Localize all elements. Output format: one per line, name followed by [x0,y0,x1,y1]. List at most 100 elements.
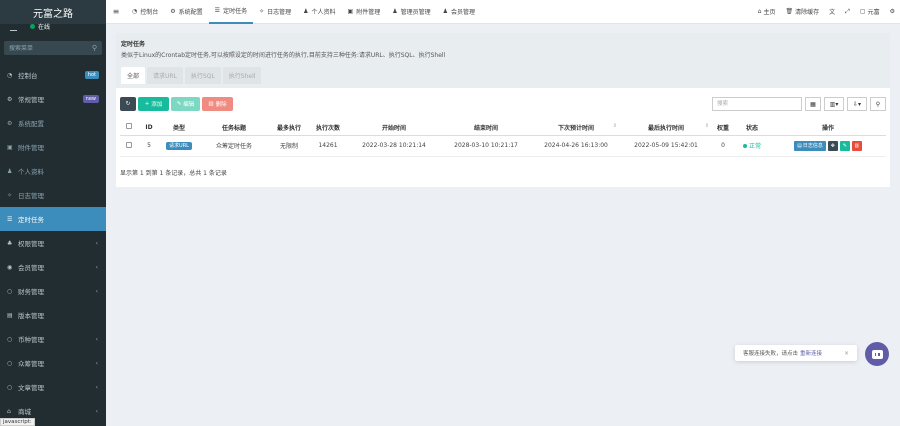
sidebar-item-config[interactable]: ⚙ 系统配置 [0,111,106,135]
logo-area[interactable]: 元富之路 [0,0,106,24]
admin-user-menu[interactable]: ▢ 元富 [855,7,885,16]
col-id[interactable]: ID [138,120,160,136]
export-dropdown[interactable]: ⇩▾ [847,97,867,111]
table-toolbar: ↻ + 添加 ✎ 编辑 ▥ 删除 [120,97,233,111]
type-badge: 请求URL [166,142,192,150]
cell-next: 2024-04-26 16:13:00 [532,135,620,157]
settings-button[interactable]: ⚙ [885,8,900,15]
tab-crontab[interactable]: ☰ 定时任务 [208,0,254,24]
user-icon: ♟ [303,8,309,15]
clear-cache-button[interactable]: 🗑 清除缓存 [780,7,824,16]
pencil-icon: ✎ [842,142,847,149]
content-panel: 定时任务 类似于Linux的Crontab定时任务,可以按照设定的时间进行任务的… [116,33,890,187]
edit-button[interactable]: ✎ 编辑 [171,97,200,111]
home-link[interactable]: ⌂ 主页 [753,7,781,16]
sidebar-item-currency[interactable]: ○ 币种管理 ‹ [0,327,106,351]
sidebar-item-dashboard[interactable]: ◔ 控制台 hot [0,63,106,87]
row-delete-button[interactable]: ▥ [851,140,862,151]
sidebar-item-crowdfund[interactable]: ○ 众筹管理 ‹ [0,351,106,375]
columns-dropdown[interactable]: ▥▾ [824,97,844,111]
list-icon: ▤ [797,142,802,149]
col-status: 状态 [734,120,770,136]
col-title: 任务标题 [198,120,270,136]
sidebar-item-crontab[interactable]: ☰ 定时任务 [0,207,106,231]
tab-config[interactable]: ⚙ 系统配置 [164,0,208,24]
row-edit-button[interactable]: ✎ [839,140,850,151]
tab-sql[interactable]: 执行SQL [184,67,221,84]
sidebar-item-finance[interactable]: ○ 财务管理 ‹ [0,279,106,303]
table-row[interactable]: 5 请求URL 众筹定时任务 无限制 14261 2022-03-28 10:2… [120,135,886,157]
page-description: 类似于Linux的Crontab定时任务,可以按照设定的时间进行任务的执行,目前… [121,52,446,59]
trash-icon: 🗑 [785,8,794,15]
sidebar-item-general[interactable]: ⚙ 常规管理 new [0,87,106,111]
toggle-view-button[interactable]: ▦ [805,97,821,111]
sidebar-item-member[interactable]: ◉ 会员管理 ‹ [0,255,106,279]
tab-url[interactable]: 请求URL [147,67,183,84]
tab-label: 系统配置 [178,9,203,16]
tab-log[interactable]: ✧ 日志管理 [253,0,297,24]
log-info-button[interactable]: ▤ 日志信息 [794,140,826,151]
new-badge: new [82,95,99,103]
sidebar-item-attachment[interactable]: ▣ 附件管理 [0,135,106,159]
sidebar-item-auth[interactable]: ♣ 权限管理 ‹ [0,231,106,255]
col-next[interactable]: 下次预计时间 ⇕ [532,120,620,136]
menu-toggle-icon[interactable]: ≡ [106,7,126,16]
cell-title: 众筹定时任务 [198,135,270,157]
tab-label: 个人资料 [311,9,336,16]
tab-label: 附件管理 [356,9,381,16]
tab-attachment[interactable]: ▣ 附件管理 [342,0,387,24]
refresh-button[interactable]: ↻ [120,97,136,111]
sidebar-item-log[interactable]: ✧ 日志管理 [0,183,106,207]
chevron-left-icon: ‹ [95,383,98,391]
tab-label: 会员管理 [451,9,476,16]
fullscreen-button[interactable]: ⤢ [840,8,855,16]
col-last[interactable]: 最后执行时间 ⇕ [620,120,712,136]
sidebar-item-article[interactable]: ○ 文章管理 ‹ [0,375,106,399]
chevron-left-icon: ‹ [95,359,98,367]
app-title: 元富之路 [33,9,73,20]
tab-shell[interactable]: 执行Shell [222,67,262,84]
search-icon[interactable]: ⚲ [92,44,97,52]
col-last-label: 最后执行时间 [647,124,684,132]
dashboard-icon: ◔ [132,8,138,15]
chat-widget-button[interactable] [865,342,889,366]
status-badge[interactable]: 正常 [742,141,761,150]
filter-tabs: 全部 请求URL 执行SQL 执行Shell [121,67,885,84]
hot-badge: hot [84,71,99,79]
top-navbar: ≡ ◔ 控制台 ⚙ 系统配置 ☰ 定时任务 ✧ 日志管理 ♟ 个人资料 ▣ 附件… [106,0,900,24]
sidebar-item-version[interactable]: ▤ 版本管理 [0,303,106,327]
reconnect-link[interactable]: 重新连接 [800,349,822,357]
advanced-search-button[interactable]: ⚲ [870,97,886,111]
sidebar-search-input[interactable] [9,44,84,52]
cell-end: 2028-03-10 10:21:17 [440,135,532,157]
user-status-label: 在线 [38,24,51,31]
sidebar-item-label: 商城 [18,408,31,416]
sidebar-item-profile[interactable]: ♟ 个人资料 [0,159,106,183]
tab-admin[interactable]: ♟ 管理员管理 [386,0,436,24]
select-all-checkbox[interactable] [126,123,132,130]
delete-button[interactable]: ▥ 删除 [202,97,233,111]
chevron-left-icon: ‹ [95,287,98,295]
language-button[interactable]: 文 [824,7,840,16]
row-checkbox[interactable] [126,141,132,148]
sidebar-item-label: 常规管理 [18,96,44,104]
tab-member[interactable]: ♟ 会员管理 [437,0,481,24]
add-button[interactable]: + 添加 [138,97,169,111]
cell-weight: 0 [712,135,734,157]
tab-profile[interactable]: ♟ 个人资料 [297,0,341,24]
drag-sort-button[interactable]: ✥ [827,140,838,151]
tab-dashboard[interactable]: ◔ 控制台 [126,0,164,24]
log-info-label: 日志信息 [802,143,823,149]
toast-text: 客服连接失败，请点击 [743,351,799,357]
user-icon: ♟ [7,167,13,175]
tab-all[interactable]: 全部 [121,67,146,84]
tab-label: 日志管理 [267,9,292,16]
file-image-icon: ▣ [7,143,13,151]
sidebar-item-label: 众筹管理 [18,360,44,368]
table-search-input[interactable] [712,97,802,111]
close-icon[interactable]: × [844,350,849,357]
sidebar-item-label: 版本管理 [18,312,44,320]
cell-actions: ▤ 日志信息 ✥ ✎ ▥ [770,135,886,157]
home-icon: ⌂ [757,8,762,15]
browser-status-bar: javascript: [0,418,35,426]
